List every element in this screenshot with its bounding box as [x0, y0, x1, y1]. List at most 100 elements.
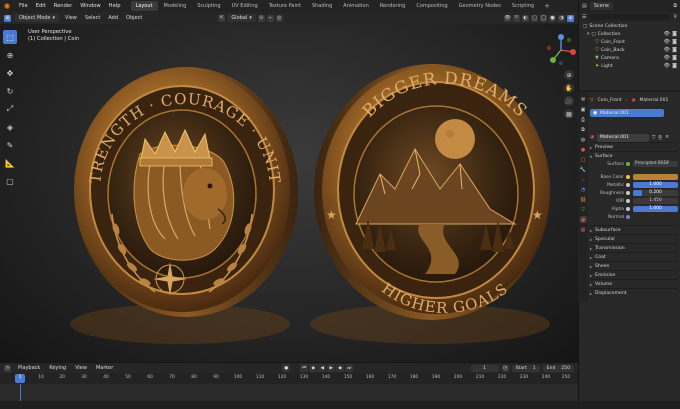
tab-texture-paint[interactable]: Texture Paint: [264, 1, 306, 11]
menu-keying[interactable]: Keying: [47, 365, 68, 371]
eye-icon[interactable]: 👁: [664, 63, 670, 69]
camera-render-icon[interactable]: ◙: [672, 55, 677, 61]
proportional-edit-icon[interactable]: ◎: [275, 14, 283, 22]
roughness-field[interactable]: 0.200: [633, 190, 678, 196]
material-name-field[interactable]: Material.001: [597, 133, 650, 142]
menu-object[interactable]: Object: [124, 15, 144, 21]
timeline-editor-icon[interactable]: ◷: [4, 364, 11, 372]
eye-icon[interactable]: 👁: [664, 47, 670, 53]
section-displacement[interactable]: ▸ Displacement: [590, 288, 678, 297]
tab-uv-editing[interactable]: UV Editing: [227, 1, 263, 11]
orientation-icon[interactable]: ⇱: [218, 14, 226, 22]
menu-edit[interactable]: Edit: [32, 3, 50, 9]
filter-icon[interactable]: ⚲: [673, 14, 677, 20]
menu-window[interactable]: Window: [76, 3, 104, 9]
constraints-tab-icon[interactable]: ⛓: [580, 196, 587, 203]
menu-render[interactable]: Render: [50, 3, 76, 9]
play-icon[interactable]: ▶: [327, 364, 336, 372]
texture-tab-icon[interactable]: ▦: [580, 226, 587, 233]
scene-select[interactable]: Scene: [589, 2, 613, 10]
start-frame-field[interactable]: Start 1: [511, 364, 540, 372]
material-shading-icon[interactable]: ◑: [558, 14, 565, 22]
outliner-item-camera[interactable]: ▼ Camera 👁 ◙: [579, 54, 680, 62]
cursor-tool-icon[interactable]: ⊕: [3, 48, 17, 62]
tool-tab-icon[interactable]: ⚒: [580, 96, 587, 103]
transform-orientation-select[interactable]: Global ▾: [227, 14, 256, 22]
menu-marker[interactable]: Marker: [94, 365, 115, 371]
outliner-item-coin-back[interactable]: ▽ Coin_Back 👁 ◙: [579, 46, 680, 54]
object-tab-icon[interactable]: ▢: [580, 156, 587, 163]
rotate-tool-icon[interactable]: ↻: [3, 84, 17, 98]
tab-scripting[interactable]: Scripting: [507, 1, 539, 11]
mode-select[interactable]: Object Mode ▾: [15, 14, 60, 22]
alpha-field[interactable]: 1.000: [633, 206, 678, 212]
outliner-item-coin-front[interactable]: ▽ Coin_Front 👁 ◙: [579, 38, 680, 46]
gizmo-z-axis[interactable]: [558, 34, 564, 40]
data-tab-icon[interactable]: ▽: [580, 206, 587, 213]
xray-icon[interactable]: ▢: [531, 14, 538, 22]
surface-shader-select[interactable]: Principled BSDF: [633, 161, 678, 167]
timeline-track-area[interactable]: [0, 384, 578, 401]
menu-add[interactable]: Add: [106, 15, 120, 21]
section-specular[interactable]: ▸ Specular: [590, 234, 678, 243]
camera-view-icon[interactable]: 🎥: [564, 96, 574, 106]
3d-viewport[interactable]: STRENGTH · COURAGE · UNITY ★ ★ BIGGER DR…: [0, 24, 578, 362]
pivot-icon[interactable]: ⊙: [257, 14, 265, 22]
rendered-shading-icon[interactable]: ◉: [567, 14, 574, 22]
material-tab-icon[interactable]: ◕: [579, 216, 587, 223]
outliner-item-light[interactable]: ✦ Light 👁 ◙: [579, 62, 680, 70]
next-key-icon[interactable]: ◆: [336, 364, 345, 372]
section-subsurface[interactable]: ▸ Subsurface: [590, 225, 678, 234]
jump-start-icon[interactable]: ⏮: [300, 364, 309, 372]
render-tab-icon[interactable]: ▣: [580, 106, 587, 113]
add-cube-tool-icon[interactable]: ▢: [3, 174, 17, 188]
measure-tool-icon[interactable]: 📐: [3, 156, 17, 170]
menu-timeline-view[interactable]: View: [73, 365, 89, 371]
move-tool-icon[interactable]: ✥: [3, 66, 17, 80]
current-frame-field[interactable]: 1: [470, 364, 499, 372]
eye-icon[interactable]: 👁: [664, 31, 670, 37]
tab-rendering[interactable]: Rendering: [375, 1, 411, 11]
section-coat[interactable]: ▸ Coat: [590, 252, 678, 261]
gizmo-x-axis[interactable]: [570, 49, 576, 55]
menu-view[interactable]: View: [63, 15, 79, 21]
physics-tab-icon[interactable]: ◔: [580, 186, 587, 193]
metallic-field[interactable]: 1.000: [633, 182, 678, 188]
blender-logo-icon[interactable]: ✺: [2, 1, 12, 11]
menu-select[interactable]: Select: [83, 15, 102, 21]
section-transmission[interactable]: ▸ Transmission: [590, 243, 678, 252]
end-frame-field[interactable]: End 250: [542, 364, 574, 372]
transform-tool-icon[interactable]: ◈: [3, 120, 17, 134]
eye-icon[interactable]: 👁: [664, 39, 670, 45]
scene-tab-icon[interactable]: ◍: [580, 136, 587, 143]
tab-compositing[interactable]: Compositing: [411, 1, 452, 11]
add-workspace-button[interactable]: +: [540, 2, 554, 10]
menu-file[interactable]: File: [15, 3, 32, 9]
camera-render-icon[interactable]: ◙: [672, 39, 677, 45]
modifier-tab-icon[interactable]: 🔧: [580, 166, 587, 173]
ior-field[interactable]: 1.450: [633, 198, 678, 204]
editor-type-icon[interactable]: ▣: [4, 14, 11, 22]
outliner-search-input[interactable]: [589, 14, 671, 20]
visibility-icon[interactable]: 👁: [504, 14, 511, 22]
copy-icon[interactable]: ⎘: [658, 135, 662, 141]
outliner-item-collection[interactable]: ▾ ▢ Collection 👁 ◙: [579, 30, 680, 38]
grid-icon[interactable]: ▦: [564, 109, 574, 119]
solid-shading-icon[interactable]: ●: [549, 14, 556, 22]
pan-icon[interactable]: ✋: [564, 83, 574, 93]
output-tab-icon[interactable]: ⎙: [580, 116, 587, 123]
prev-key-icon[interactable]: ◆: [309, 364, 318, 372]
camera-render-icon[interactable]: ◙: [672, 63, 677, 69]
material-browse-icon[interactable]: ◕: [590, 135, 594, 140]
section-volume[interactable]: ▸ Volume: [590, 279, 678, 288]
tab-animation[interactable]: Animation: [338, 1, 374, 11]
tab-modeling[interactable]: Modeling: [159, 1, 192, 11]
snap-icon[interactable]: ⌁: [266, 14, 274, 22]
section-sheen[interactable]: ▸ Sheen: [590, 261, 678, 270]
camera-render-icon[interactable]: ◙: [672, 47, 677, 53]
world-tab-icon[interactable]: ●: [580, 146, 587, 153]
auto-key-icon[interactable]: ●: [282, 364, 291, 372]
camera-render-icon[interactable]: ◙: [672, 31, 677, 37]
zoom-icon[interactable]: ⊕: [564, 70, 574, 80]
section-emission[interactable]: ▸ Emission: [590, 270, 678, 279]
